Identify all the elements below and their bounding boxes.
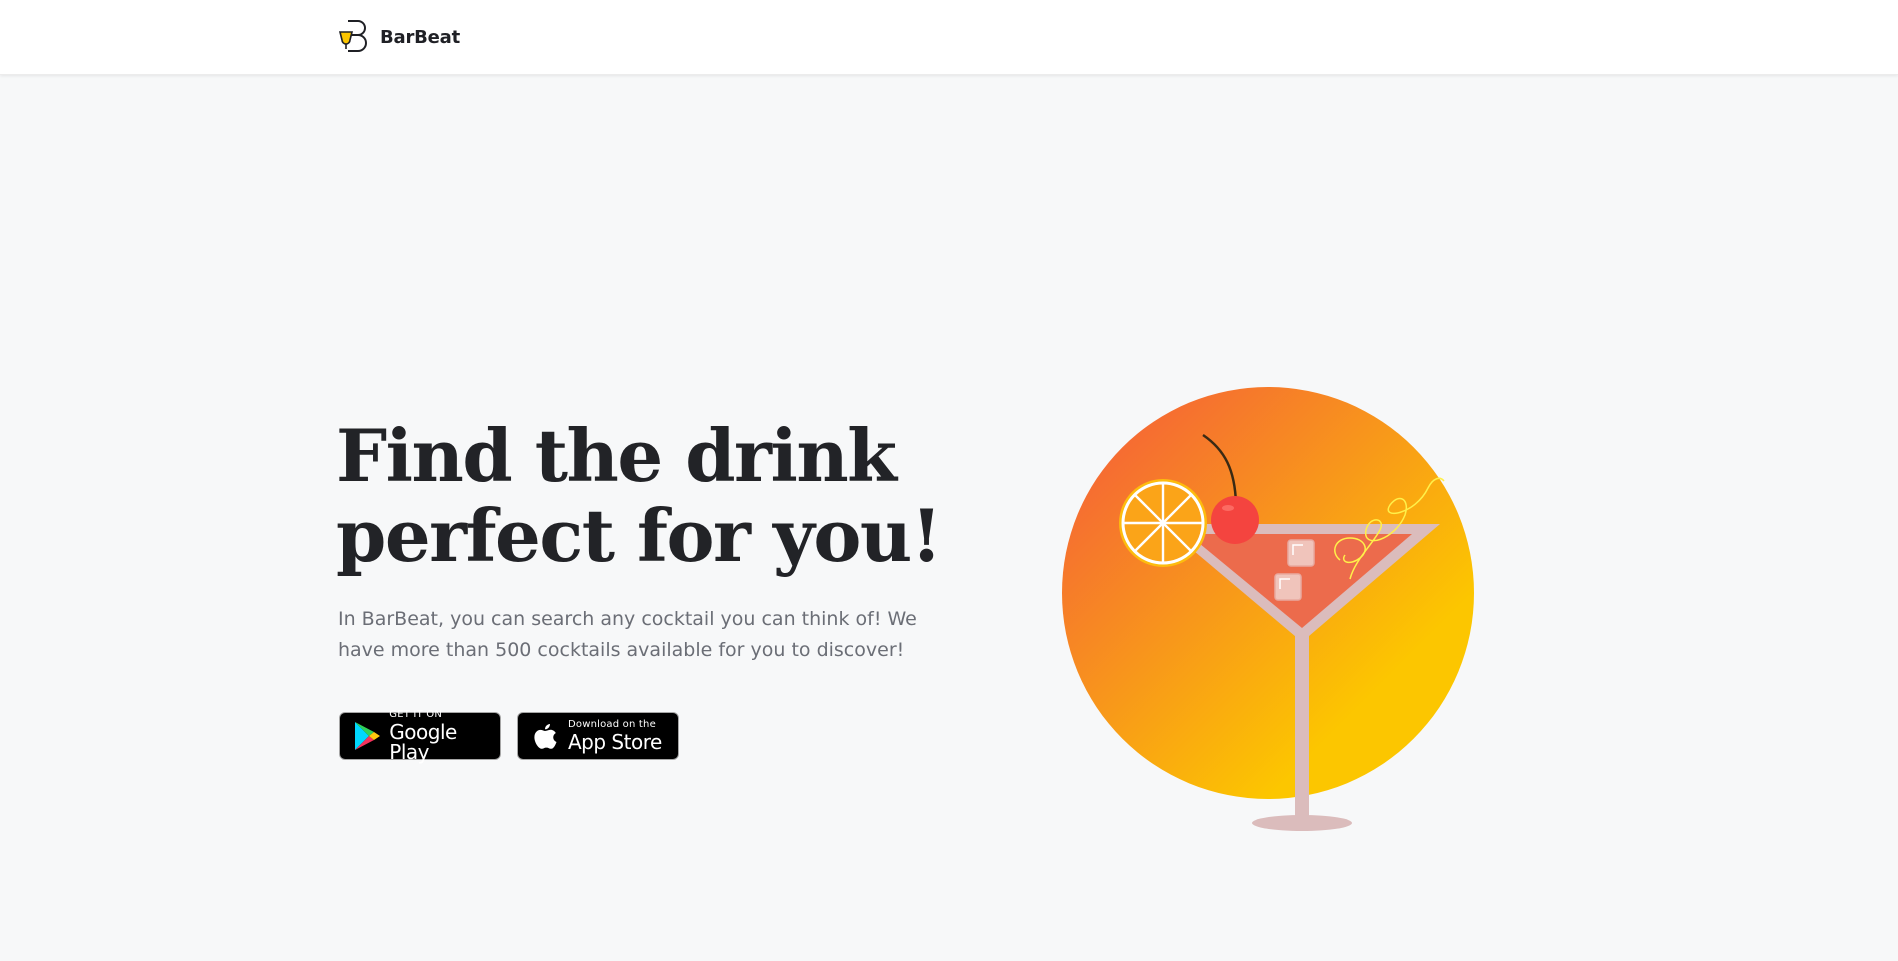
google-play-small-label: GET IT ON (389, 709, 443, 720)
glass-stem (1295, 635, 1309, 823)
hero-description: In BarBeat, you can search any cocktail … (338, 608, 917, 661)
app-store-button[interactable]: Download on the App Store (517, 712, 679, 760)
ice-cube (1274, 573, 1302, 601)
ice-cube (1287, 539, 1315, 567)
top-navbar: BarBeat (0, 0, 1898, 75)
google-play-icon (350, 719, 383, 753)
cherry (1211, 496, 1259, 544)
app-store-label: App Store (568, 730, 662, 754)
hero-title: Find the drink perfect for you! (336, 416, 976, 576)
google-play-button[interactable]: GET IT ON Google Play (339, 709, 501, 764)
cocktail-illustration (1050, 380, 1490, 840)
hero-title-line-2: perfect for you! (336, 493, 942, 578)
barbeat-logo-icon (338, 18, 370, 56)
app-store-small-label: Download on the (568, 719, 656, 730)
brand-home-link[interactable]: BarBeat (338, 20, 460, 54)
google-play-label: Google Play (389, 720, 457, 764)
hero-title-line-1: Find the drink (336, 413, 897, 498)
apple-icon (528, 719, 562, 753)
orange-slice (1119, 479, 1207, 567)
brand-name: BarBeat (380, 26, 461, 48)
